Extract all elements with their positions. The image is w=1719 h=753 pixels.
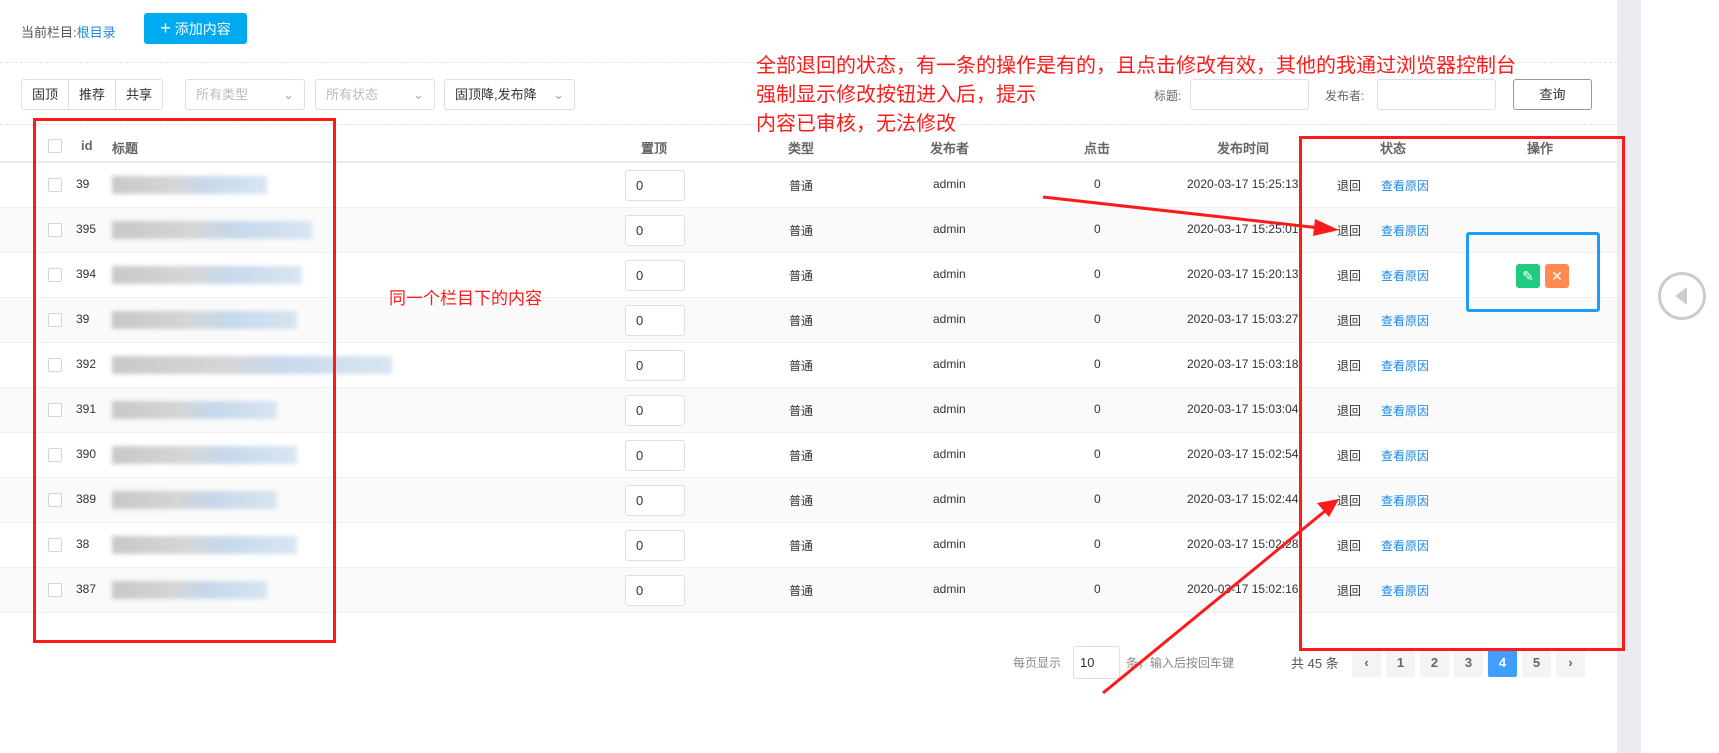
annotation-arrows <box>1042 195 1339 695</box>
arrow-line <box>1102 509 1326 695</box>
arrow-line <box>1042 195 1321 230</box>
arrowhead-icon <box>1313 219 1339 236</box>
